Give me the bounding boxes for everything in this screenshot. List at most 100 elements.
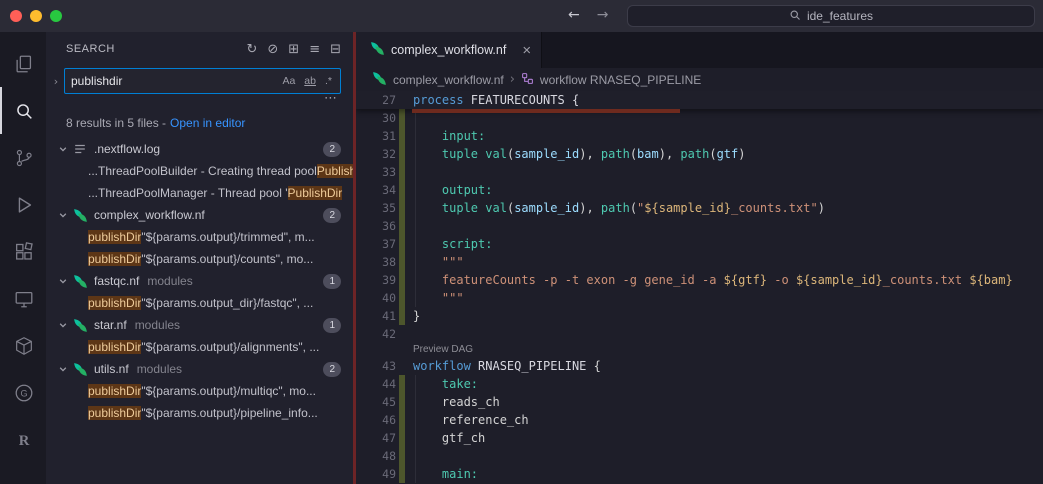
line-number: 40 [356,289,396,307]
nextflow-file-icon [73,208,92,223]
collapse-all-icon[interactable]: ⊟ [330,42,341,57]
line-content: workflow RNASEQ_PIPELINE { [405,357,601,375]
activity-bar-item-explorer[interactable] [0,40,46,87]
toggle-search-details[interactable]: ⋯ [324,91,337,106]
extensions-icon [13,241,35,263]
activity-bar-item-source-control[interactable] [0,134,46,181]
search-result-file-complex-workflow-nf[interactable]: complex_workflow.nf2 [46,204,353,226]
activity-bar-item-extensions[interactable] [0,228,46,275]
maximize-window-button[interactable] [50,10,62,22]
code-line-32: 32 tuple val(sample_id), path(bam), path… [356,145,1043,163]
breadcrumb-symbol[interactable]: workflow RNASEQ_PIPELINE [540,73,701,87]
close-tab-icon[interactable]: × [522,42,531,59]
activity-bar-item-run-and-debug[interactable] [0,181,46,228]
tab-complex-workflow-nf[interactable]: complex_workflow.nf × [356,32,542,68]
tab-title: complex_workflow.nf [391,43,506,57]
forward-button[interactable]: → [597,7,609,23]
r-language-icon: R [13,429,35,451]
sidebar-title: SEARCH [66,43,115,55]
open-new-search-editor-icon[interactable]: ⊞ [288,42,299,57]
activity-bar-item-r-language[interactable]: R [0,416,46,463]
tab-bar: complex_workflow.nf × [356,32,1043,68]
containers-icon [13,335,35,357]
line-number: 37 [356,235,396,253]
search-match-row[interactable]: publishDir "${params.output}/alignments"… [46,336,353,358]
search-result-file-star-nf[interactable]: star.nfmodules1 [46,314,353,336]
search-icon [789,9,801,24]
view-as-list-icon[interactable]: ≡ [309,42,320,57]
file-name: .nextflow.log [94,142,160,156]
search-match-row[interactable]: publishDir "${params.output}/trimmed", m… [46,226,353,248]
chevron-down-icon[interactable] [58,276,73,286]
sticky-line-content: process FEATURECOUNTS { [405,91,579,109]
code-lines: 3031 input:32 tuple val(sample_id), path… [356,109,1043,483]
line-number: 49 [356,465,396,483]
code-line-49: 49 main: [356,465,1043,483]
remote-explorer-icon [13,288,35,310]
line-content: reference_ch [405,411,529,429]
clear-search-results-icon[interactable]: ⊘ [267,42,278,57]
code-line-42: 42 [356,325,1043,343]
sidebar-header: SEARCH ↻ ⊘ ⊞ ≡ ⊟ [46,32,353,66]
activity-bar-item-remote-explorer[interactable] [0,275,46,322]
back-button[interactable]: ← [568,7,580,23]
code-line-34: 34 output: [356,181,1043,199]
code-line-45: 45 reads_ch [356,393,1043,411]
search-result-file-fastqc-nf[interactable]: fastqc.nfmodules1 [46,270,353,292]
match-highlight: PublishDir [288,186,343,200]
regex-toggle[interactable]: .* [322,74,335,88]
search-match-row[interactable]: ...ThreadPoolManager - Thread pool 'Publ… [46,182,353,204]
line-content: input: [405,127,485,145]
activity-bar-item-search[interactable] [0,87,46,134]
search-match-row[interactable]: publishDir "${params.output}/counts", mo… [46,248,353,270]
run-and-debug-icon [13,194,35,216]
search-toolbar: ↻ ⊘ ⊞ ≡ ⊟ [246,42,341,57]
open-in-editor-link[interactable]: Open in editor [170,116,245,130]
file-name: fastqc.nf [94,274,139,288]
chevron-down-icon[interactable] [58,210,73,220]
line-number: 43 [356,357,396,375]
result-count-badge: 1 [323,318,341,333]
chevron-down-icon[interactable] [58,320,73,330]
code-line-47: 47 gtf_ch [356,429,1043,447]
refresh-icon[interactable]: ↻ [246,42,257,57]
code-line-39: 39 featureCounts -p -t exon -g gene_id -… [356,271,1043,289]
match-highlight: publishDir [88,384,141,398]
line-number: 46 [356,411,396,429]
toggle-replace-chevron-icon[interactable]: › [48,68,64,94]
search-match-row[interactable]: ...ThreadPoolBuilder - Creating thread p… [46,160,353,182]
match-highlight: publishDir [88,340,141,354]
minimize-window-button[interactable] [30,10,42,22]
codelens-preview-dag[interactable]: Preview DAG [356,343,1043,357]
close-window-button[interactable] [10,10,22,22]
search-match-row[interactable]: publishDir "${params.output_dir}/fastqc"… [46,292,353,314]
search-match-row[interactable]: publishDir "${params.output}/multiqc", m… [46,380,353,402]
nextflow-file-icon [372,71,387,89]
code-line-31: 31 input: [356,127,1043,145]
line-content: gtf_ch [405,429,485,447]
chevron-down-icon[interactable] [58,364,73,374]
sticky-scroll-line[interactable]: 27process FEATURECOUNTS { [356,91,1043,109]
chevron-down-icon[interactable] [58,144,73,154]
titlebar: ← → ide_features [0,0,1043,32]
match-after-text: "${params.output}/trimmed", m... [141,230,314,244]
search-input[interactable] [65,74,279,88]
search-match-row[interactable]: publishDir "${params.output}/pipeline_in… [46,402,353,424]
file-folder-suffix: modules [137,362,182,376]
command-center-search[interactable]: ide_features [627,5,1035,27]
whole-word-toggle[interactable]: ab [301,74,319,88]
activity-bar-item-gitlens[interactable]: G [0,369,46,416]
breadcrumb-file[interactable]: complex_workflow.nf [393,73,504,87]
search-result-file-utils-nf[interactable]: utils.nfmodules2 [46,358,353,380]
code-line-48: 48 [356,447,1043,465]
activity-bar-item-containers[interactable] [0,322,46,369]
match-case-toggle[interactable]: Aa [279,74,298,88]
svg-text:G: G [20,388,27,398]
code-line-41: 41} [356,307,1043,325]
match-after-text: "${params.output}/pipeline_info... [141,406,317,420]
line-content: script: [405,235,492,253]
code-editor[interactable]: 27process FEATURECOUNTS { 3031 input:32 … [356,91,1043,484]
file-name: complex_workflow.nf [94,208,205,222]
search-result-file-nextflow-log[interactable]: .nextflow.log2 [46,138,353,160]
line-number: 47 [356,429,396,447]
